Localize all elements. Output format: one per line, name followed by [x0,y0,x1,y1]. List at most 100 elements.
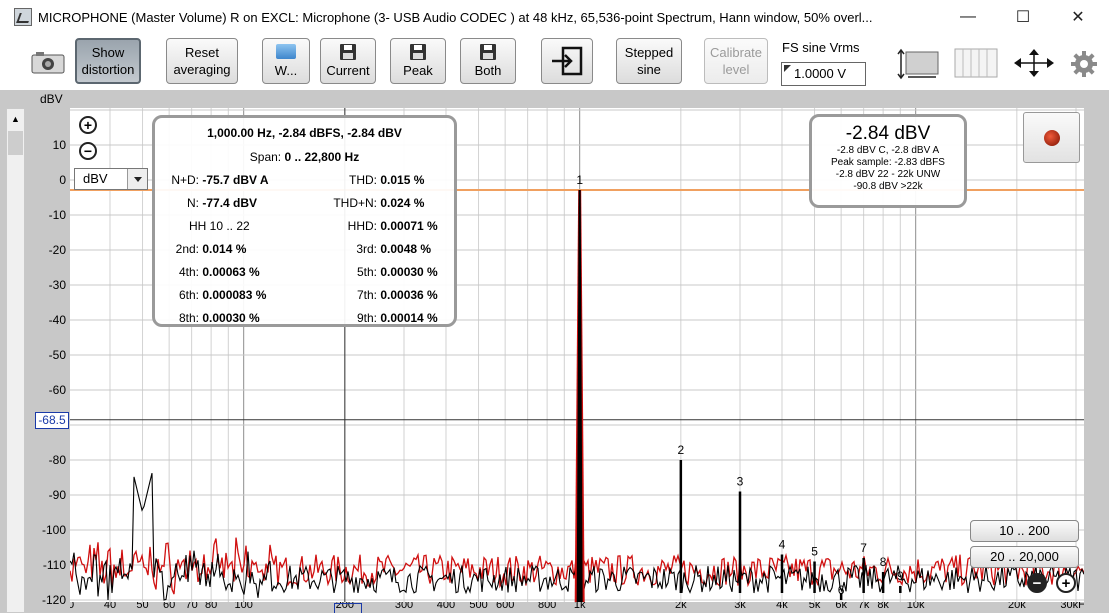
hhd-label: HHD: [347,219,377,233]
distortion-info-panel: 1,000.00 Hz, -2.84 dBFS, -2.84 dBV Span:… [152,115,457,327]
x-tick-label: 80 [205,602,218,611]
y-tick-label: -40 [48,313,66,327]
reset-averaging-button[interactable]: Reset averaging [166,38,238,84]
harmonic-label: 7 [860,541,867,555]
y-tick-label: -30 [48,278,66,292]
vertical-scrollbar[interactable]: ▲ [6,108,25,613]
n-row: N: -77.4 dBV [155,196,257,210]
n-label: N: [187,196,199,210]
x-tick-label: 40 [103,602,117,611]
h5-label: 5th: [356,265,377,279]
harmonic-label: 9 [897,569,904,583]
zoom-in-icon[interactable]: + [79,116,97,134]
import-icon [552,46,583,76]
span-label: Span: [249,150,282,164]
window-size-icon[interactable] [896,48,942,80]
y-tick-label: -80 [48,453,66,467]
x-tick-label: 50 [136,602,149,611]
peak-label: Peak [403,62,433,78]
x-tick-label: 3k [734,602,746,611]
x-tick-label: 60 [163,602,176,611]
range-20-20000-button[interactable]: 20 .. 20,000 [970,546,1079,568]
save-icon [410,43,426,60]
save-both-button[interactable]: Both [460,38,516,84]
harmonic-label: 2 [677,443,684,457]
x-tick-label: 6k [835,602,847,611]
camera-icon[interactable] [30,50,66,74]
y-tick-label: -50 [48,348,66,362]
level-above-22k: -90.8 dBV >22k [853,181,923,192]
y-tick-label: -10 [48,208,66,222]
y-tick-label: -20 [48,243,66,257]
h2-value: 0.014 % [202,242,247,256]
unit-select[interactable]: dBV [74,168,148,190]
show-distortion-label-2: distortion [81,62,135,77]
cursor-level-readout[interactable]: -68.5 [35,412,69,429]
fs-sine-input[interactable]: 1.0000 V [781,62,866,86]
h5-row: 5th: 0.00030 % [305,265,438,279]
level-peak-sample: Peak sample: -2.83 dBFS [831,157,945,168]
x-tick-label: 400 [436,602,456,611]
h9-label: 9th: [356,311,377,325]
import-button[interactable] [541,38,593,84]
x-axis-ticks: 3040506070801002003004005006008001k2k3k4… [70,602,1084,613]
x-tick-label: 800 [537,602,557,611]
minimize-button[interactable]: — [945,0,991,34]
h8-value: 0.00030 % [202,311,260,325]
h9-value: 0.00014 % [380,311,438,325]
zoom-out-icon[interactable]: − [79,142,97,160]
x-tick-label: 30 [70,602,75,611]
x-tick-label: 1k [573,602,586,611]
h2-row: 2nd: 0.014 % [155,242,247,256]
both-label: Both [474,62,502,78]
y-tick-label: 0 [59,173,66,187]
current-label: Current [326,62,370,78]
chevron-down-icon[interactable] [127,169,147,189]
move-icon[interactable] [1012,48,1056,78]
x-tick-label: 10k [906,602,925,611]
h7-value: 0.00036 % [380,288,438,302]
record-button[interactable] [1023,112,1080,163]
harmonic-label: 5 [811,545,818,559]
scroll-up-arrow-icon[interactable]: ▲ [7,109,24,129]
reset-label-1: Reset [185,45,219,60]
level-unweighted: -2.8 dBV 22 - 22k UNW [835,169,941,180]
y-tick-label: -90 [48,488,66,502]
zoom-out-x-icon[interactable]: − [1027,573,1047,593]
save-current-button[interactable]: Current [320,38,376,84]
y-tick-label: -110 [42,558,66,572]
stepped-label-2: sine [637,62,661,77]
thd-value: 0.015 % [380,173,425,187]
open-button[interactable]: W... [262,38,310,84]
columns-icon[interactable] [954,48,998,78]
scroll-thumb[interactable] [8,131,23,155]
y-tick-label: 10 [52,138,66,152]
hhd-value: 0.00071 % [380,219,438,233]
save-icon [480,43,496,60]
show-distortion-label-1: Show [91,45,125,60]
fs-sine-label: FS sine Vrms [782,40,860,55]
h5-value: 0.00030 % [380,265,438,279]
save-icon [340,43,356,60]
calibrate-level-button[interactable]: Calibrate level [704,38,768,84]
close-button[interactable]: ✕ [1055,0,1101,34]
gear-icon[interactable] [1070,50,1098,78]
range-10-200-button[interactable]: 10 .. 200 [970,520,1079,542]
x-tick-label: 100 [234,602,253,611]
level-main-value: -2.84 dBV [845,123,931,144]
maximize-button[interactable]: ☐ [1000,0,1046,34]
h3-label: 3rd: [356,242,377,256]
stepped-sine-button[interactable]: Stepped sine [616,38,682,84]
thd-label: THD: [349,173,377,187]
h4-row: 4th: 0.00063 % [155,265,260,279]
thd-row: THD: 0.015 % [305,173,424,187]
h3-row: 3rd: 0.0048 % [305,242,431,256]
x-tick-label: 300 [394,602,414,611]
y-axis-ticks: 10 0 -10 -20 -30 -40 -50 -60 -80 -90 -100 -110 -120 [26,108,68,613]
save-peak-button[interactable]: Peak [390,38,446,84]
toolbar: Show distortion Reset averaging W... Cur… [0,34,1109,90]
level-readout-panel: -2.84 dBV -2.8 dBV C, -2.8 dBV A Peak sa… [809,114,967,208]
calibrate-label-2: level [722,62,750,77]
zoom-in-x-icon[interactable]: + [1056,573,1076,593]
show-distortion-button[interactable]: Show distortion [75,38,141,84]
